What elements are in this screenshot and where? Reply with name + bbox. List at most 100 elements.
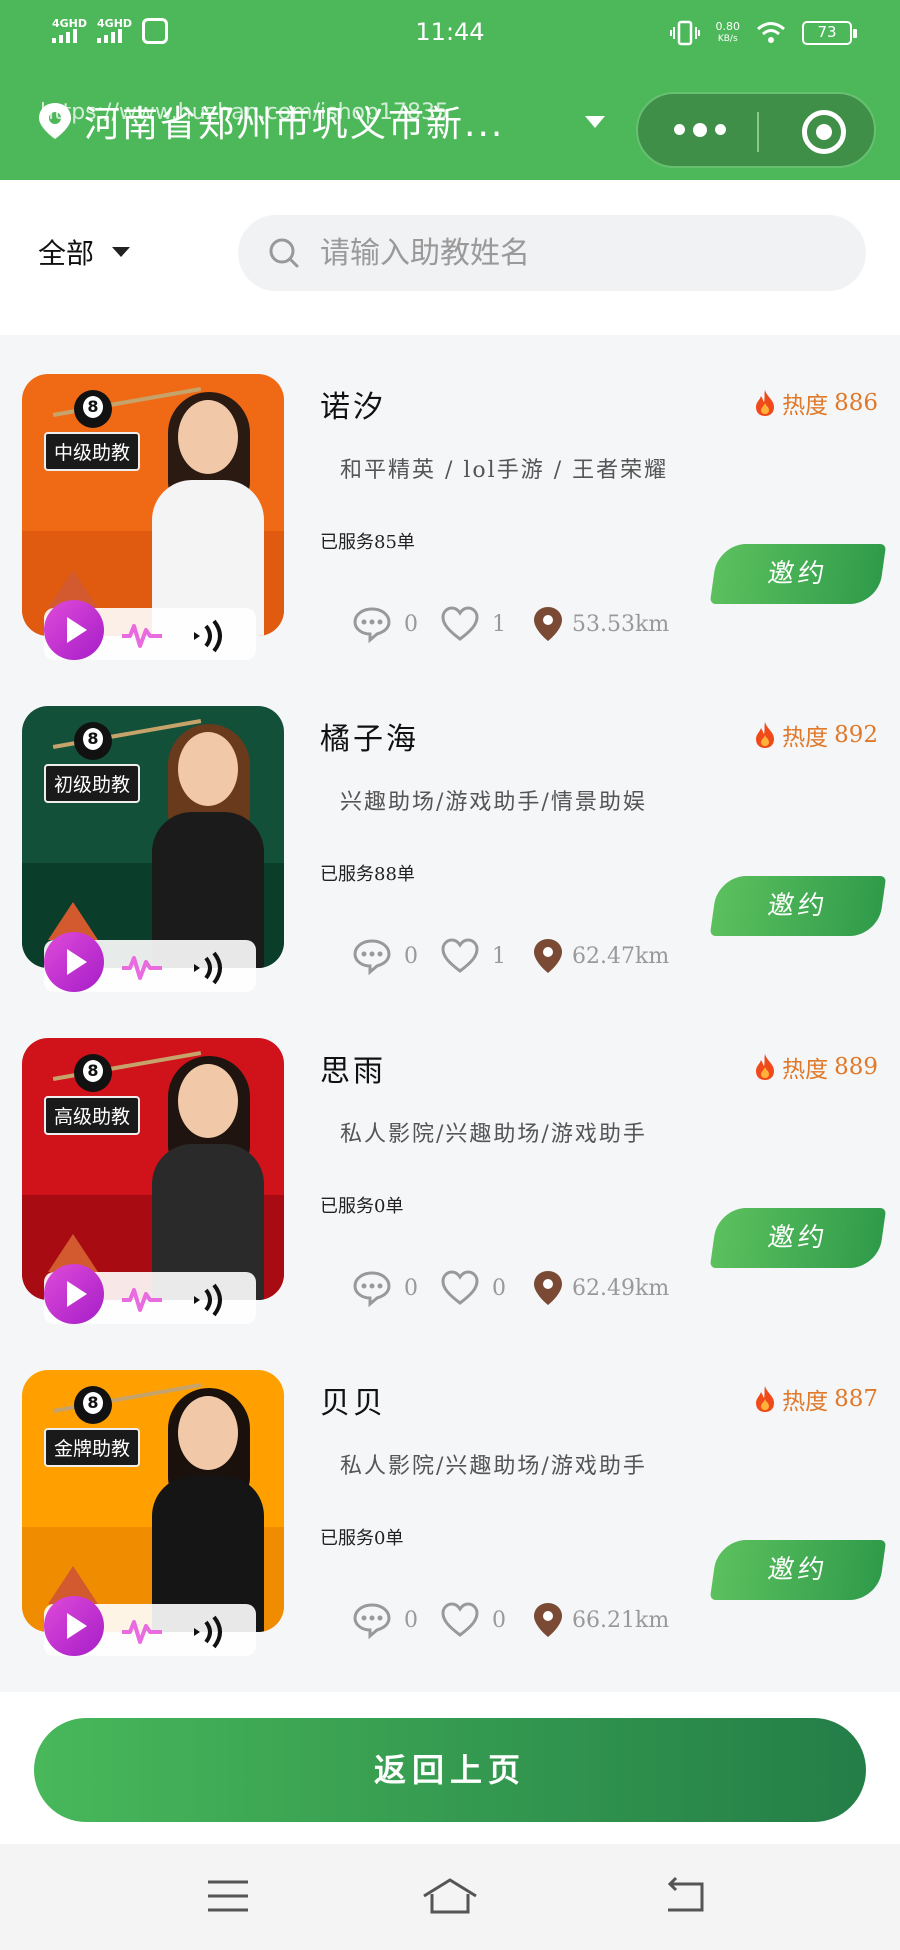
back-nav-icon[interactable] (662, 1874, 710, 1918)
speaker-icon (194, 951, 222, 985)
comment-count: 0 (404, 611, 418, 637)
service-tags: 兴趣助场/游戏助手/情景助娱 (340, 790, 647, 815)
distance: 53.53km (572, 611, 670, 637)
comment-icon[interactable] (352, 936, 392, 976)
billiard-ball-icon (74, 1386, 112, 1424)
more-options-icon[interactable] (674, 123, 726, 137)
invite-button[interactable]: 邀约 (709, 1208, 887, 1268)
stats-row: 0 0 62.49km (352, 1268, 669, 1308)
play-icon[interactable] (44, 1264, 104, 1324)
heat-label: 热度 (782, 1057, 829, 1083)
flame-icon (756, 390, 775, 416)
heat-value: 886 (834, 390, 878, 416)
search-box[interactable] (238, 215, 866, 291)
play-icon[interactable] (44, 600, 104, 660)
invite-button[interactable]: 邀约 (709, 1540, 887, 1600)
vibrate-icon (669, 20, 700, 46)
comment-icon[interactable] (352, 604, 392, 644)
battery-icon: 73 (802, 21, 857, 45)
heat-label: 热度 (782, 1389, 829, 1415)
billiard-ball-icon (74, 722, 112, 760)
audio-wave-icon (122, 1620, 162, 1644)
back-button[interactable]: 返回上页 (34, 1718, 866, 1822)
heart-icon[interactable] (440, 604, 480, 644)
miniprogram-capsule (636, 92, 876, 168)
assistant-name: 橘子海 (320, 722, 419, 757)
served-count: 已服务85单 (320, 532, 415, 553)
comment-count: 0 (404, 1275, 418, 1301)
home-icon[interactable] (420, 1874, 480, 1918)
speaker-icon (194, 619, 222, 653)
map-pin-icon (534, 1271, 562, 1305)
assistant-card[interactable]: 初级助教 橘子海 热度 (0, 692, 900, 1022)
comment-icon[interactable] (352, 1268, 392, 1308)
system-nav-bar (0, 1844, 900, 1950)
assistant-photo[interactable]: 初级助教 (22, 706, 284, 968)
chevron-down-icon (112, 247, 131, 257)
map-pin-icon (534, 939, 562, 973)
assistant-card[interactable]: 高级助教 思雨 热度 (0, 1024, 900, 1354)
play-icon[interactable] (44, 1596, 104, 1656)
audio-wave-icon (122, 956, 162, 980)
search-input[interactable] (320, 235, 820, 271)
voice-intro[interactable] (22, 600, 257, 660)
assistant-photo[interactable]: 金牌助教 (22, 1370, 284, 1632)
search-icon (269, 238, 299, 268)
heat-value: 889 (834, 1054, 878, 1080)
billiard-ball-icon (74, 1054, 112, 1092)
status-bar: 4GHD 4GHD 11:44 0.80 KB/s 73 (0, 0, 900, 66)
distance: 62.47km (572, 943, 670, 969)
heat-label: 热度 (782, 393, 829, 419)
assistant-card[interactable]: 中级助教 诺汐 热度 (0, 360, 900, 690)
heat-score: 热度 892 (754, 718, 878, 752)
served-count: 已服务0单 (320, 1528, 404, 1549)
voice-intro[interactable] (22, 1596, 257, 1656)
net-speed: 0.80 KB/s (716, 21, 741, 45)
heart-icon[interactable] (440, 1600, 480, 1640)
flame-icon (756, 1386, 775, 1412)
assistant-photo[interactable]: 中级助教 (22, 374, 284, 636)
heat-label: 热度 (782, 725, 829, 751)
close-miniprogram-icon[interactable] (802, 110, 846, 154)
watermark-text: https://www.huzhan.com/ishop17835 (40, 100, 449, 125)
audio-wave-icon (122, 1288, 162, 1312)
heart-icon[interactable] (440, 936, 480, 976)
map-pin-icon (534, 607, 562, 641)
voice-intro[interactable] (22, 932, 257, 992)
wifi-icon (757, 22, 785, 43)
comment-icon[interactable] (352, 1600, 392, 1640)
voice-intro[interactable] (22, 1264, 257, 1324)
service-tags: 和平精英 / lol手游 / 王者荣耀 (340, 458, 669, 483)
level-badge: 金牌助教 (44, 1428, 141, 1467)
assistant-photo[interactable]: 高级助教 (22, 1038, 284, 1300)
like-count: 0 (492, 1607, 506, 1633)
served-count: 已服务88单 (320, 864, 415, 885)
app-header: 4GHD 4GHD 11:44 0.80 KB/s 73 河南省郑州市巩义市新.… (0, 0, 900, 180)
invite-button[interactable]: 邀约 (709, 544, 887, 604)
assistant-card[interactable]: 金牌助教 贝贝 热度 (0, 1356, 900, 1686)
battery-level: 73 (817, 23, 837, 41)
stats-row: 0 1 53.53km (352, 604, 669, 644)
assistant-name: 贝贝 (320, 1386, 386, 1421)
play-icon[interactable] (44, 932, 104, 992)
like-count: 1 (492, 611, 506, 637)
category-dropdown[interactable]: 全部 (38, 232, 131, 272)
capsule-divider (757, 112, 759, 152)
stats-row: 0 0 66.21km (352, 1600, 669, 1640)
filter-bar: 全部 (0, 180, 900, 335)
heat-value: 887 (834, 1386, 878, 1412)
net-speed-value: 0.80 (715, 20, 741, 33)
status-right: 0.80 KB/s 73 (669, 20, 857, 46)
net-speed-unit: KB/s (717, 34, 738, 44)
category-label: 全部 (38, 237, 95, 270)
heart-icon[interactable] (440, 1268, 480, 1308)
comment-count: 0 (404, 1607, 418, 1633)
invite-button[interactable]: 邀约 (709, 876, 887, 936)
service-tags: 私人影院/兴趣助场/游戏助手 (340, 1454, 647, 1479)
distance: 66.21km (572, 1607, 670, 1633)
flame-icon (756, 1054, 775, 1080)
location-dropdown-icon[interactable] (585, 116, 605, 128)
map-pin-icon (534, 1603, 562, 1637)
service-tags: 私人影院/兴趣助场/游戏助手 (340, 1122, 647, 1147)
menu-icon[interactable] (204, 1874, 252, 1918)
